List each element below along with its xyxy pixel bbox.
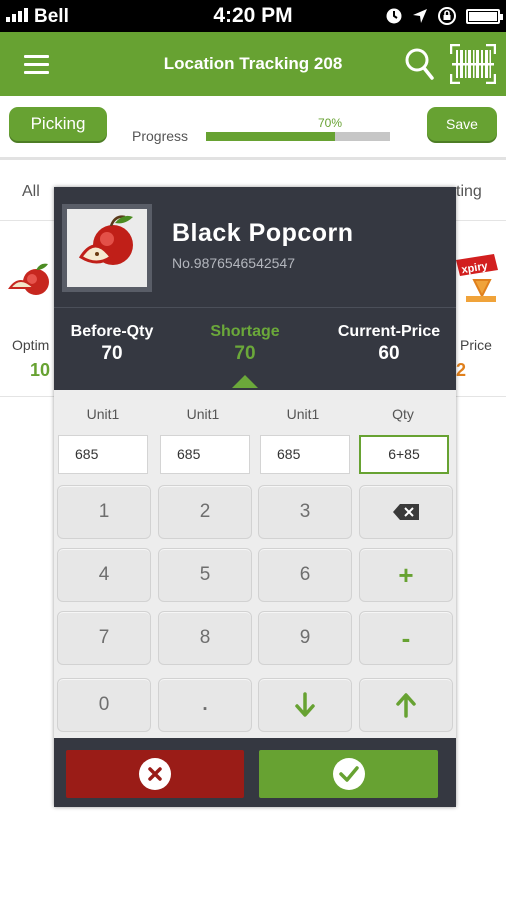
close-icon <box>139 758 171 790</box>
entry-panel: Unit1 Unit1 Unit1 Qty 685 685 685 6+85 1… <box>54 390 456 738</box>
app-header: Location Tracking 208 <box>0 32 506 96</box>
divider <box>54 307 456 308</box>
status-icons <box>385 5 503 27</box>
qty-label: Qty <box>392 406 414 422</box>
app-screen: Bell 4:20 PM Location Tracking 208 Picki… <box>0 0 506 900</box>
backspace-key[interactable] <box>359 485 453 539</box>
selected-indicator <box>232 375 258 388</box>
qty-field[interactable]: 6+85 <box>359 435 449 474</box>
unit1-field[interactable]: 685 <box>160 435 250 474</box>
rotation-lock-icon <box>438 7 456 25</box>
stat-shortage[interactable]: Shortage 70 <box>185 323 305 365</box>
stat-value: 60 <box>378 343 400 364</box>
location-arrow-icon <box>413 9 427 23</box>
backspace-icon <box>393 503 419 520</box>
unit-label: Unit1 <box>86 406 120 422</box>
product-number: No.9876546542547 <box>172 255 296 271</box>
unit-label: Unit1 <box>286 406 320 422</box>
minus-key[interactable]: - <box>359 611 453 665</box>
status-bar: Bell 4:20 PM <box>0 0 506 32</box>
key-4[interactable]: 4 <box>57 548 151 602</box>
stat-before-qty: Before-Qty 70 <box>54 323 170 365</box>
unit1-field[interactable]: 685 <box>58 435 148 474</box>
stat-value: 70 <box>101 343 123 364</box>
arrow-down-icon <box>295 692 315 717</box>
battery-icon <box>466 8 503 24</box>
unit1-field[interactable]: 685 <box>260 435 350 474</box>
toolbar: Picking Progress 70% Save <box>0 96 506 160</box>
tab-sorting[interactable]: ting <box>456 183 482 201</box>
up-key[interactable] <box>359 678 453 732</box>
unit-label: Unit1 <box>186 406 220 422</box>
key-3[interactable]: 3 <box>258 485 352 539</box>
decimal-key[interactable]: . <box>158 678 252 732</box>
quantity-dialog: Black Popcorn No.9876546542547 Before-Qt… <box>54 187 456 807</box>
apple-icon <box>8 263 49 295</box>
key-2[interactable]: 2 <box>158 485 252 539</box>
progress-percent: 70% <box>317 116 343 130</box>
expiry-badge-icon: xpiry <box>456 254 498 302</box>
stat-label: Before-Qty <box>70 323 154 340</box>
item-label: Price <box>460 337 492 353</box>
product-thumbnail <box>62 204 152 292</box>
key-7[interactable]: 7 <box>57 611 151 665</box>
stat-label: Shortage <box>210 323 280 340</box>
stat-label: Current-Price <box>337 323 441 340</box>
item-value: 2 <box>456 360 467 380</box>
alarm-clock-icon <box>386 8 402 24</box>
key-8[interactable]: 8 <box>158 611 252 665</box>
item-value: 10 <box>30 360 51 380</box>
key-6[interactable]: 6 <box>258 548 352 602</box>
progress-bar <box>206 132 390 141</box>
picking-button[interactable]: Picking <box>9 107 107 141</box>
tab-all[interactable]: All <box>22 183 40 201</box>
progress-fill <box>206 132 335 141</box>
list-item[interactable]: Optim 10 <box>0 222 54 397</box>
cancel-button[interactable] <box>66 750 244 798</box>
key-5[interactable]: 5 <box>158 548 252 602</box>
barcode-scan-icon[interactable] <box>450 44 496 84</box>
item-label: Optim <box>12 337 50 353</box>
product-name: Black Popcorn <box>172 219 354 247</box>
arrow-up-icon <box>396 693 416 718</box>
list-item[interactable]: xpiry Price 2 <box>456 222 506 397</box>
search-icon[interactable] <box>404 47 434 81</box>
key-1[interactable]: 1 <box>57 485 151 539</box>
dialog-footer <box>54 738 456 807</box>
confirm-button[interactable] <box>259 750 438 798</box>
check-icon <box>332 758 365 790</box>
stat-current-price: Current-Price 60 <box>322 323 456 365</box>
down-key[interactable] <box>258 678 352 732</box>
key-9[interactable]: 9 <box>258 611 352 665</box>
plus-key[interactable]: + <box>359 548 453 602</box>
apple-icon <box>78 215 133 265</box>
key-0[interactable]: 0 <box>57 678 151 732</box>
progress-label: Progress <box>132 128 189 144</box>
stat-value: 70 <box>234 343 256 364</box>
save-button[interactable]: Save <box>427 107 497 141</box>
